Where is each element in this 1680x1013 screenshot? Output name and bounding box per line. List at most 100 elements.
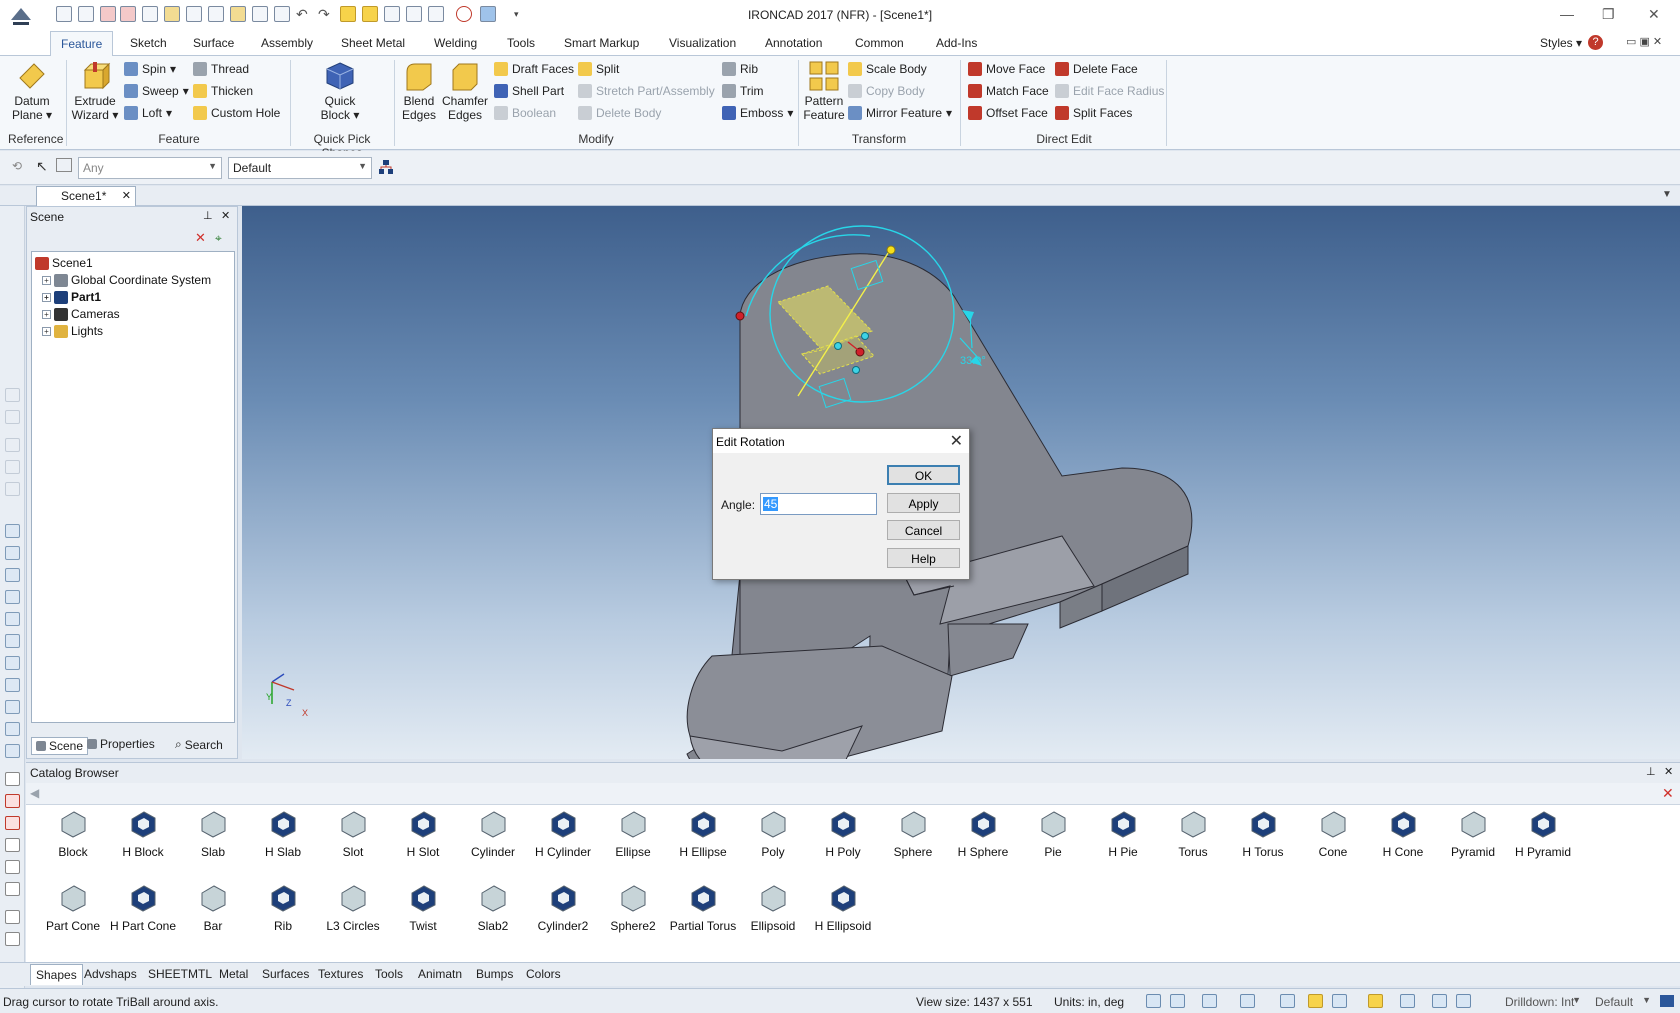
selection-filter-icon[interactable]: ⟲ [12,159,28,175]
view-tool-icon[interactable] [5,722,20,736]
catalog-item[interactable]: H Pyramid [1506,809,1580,859]
catalog-item[interactable]: Cylinder2 [526,883,600,933]
catalog-item[interactable]: Bar [176,883,250,933]
style-select[interactable]: Default ▼ [228,157,372,179]
catalog-item[interactable]: Pie [1016,809,1090,859]
offset-face-button[interactable]: Offset Face [968,106,1048,120]
angle-input[interactable]: 45 [760,493,877,515]
sketch-tool-icon[interactable] [5,816,20,830]
ribbon-minimize-icon[interactable]: ▭ ▣ ✕ [1626,35,1662,48]
match-face-button[interactable]: Match Face [968,84,1049,98]
view-cube-icon[interactable] [1240,994,1255,1008]
tab-common[interactable]: Common [855,36,904,50]
quick-block-button[interactable]: Quick Block ▾ [312,60,368,122]
pointer-icon[interactable] [1456,994,1471,1008]
catalog-item[interactable]: H Ellipse [666,809,740,859]
thicken-button[interactable]: Thicken [193,84,253,98]
display-icon[interactable] [1400,994,1415,1008]
dialog-close-button[interactable]: ✕ [950,431,963,451]
close-icon[interactable]: ✕ [1664,765,1673,778]
split-button[interactable]: Split [578,62,619,76]
catalog-tab-textures[interactable]: Textures [318,967,363,981]
pattern-feature-button[interactable]: Pattern Feature [802,60,846,122]
catalog-item[interactable]: H Sphere [946,809,1020,859]
tab-feature[interactable]: Feature [50,31,114,57]
catalog-item[interactable]: Slot [316,809,390,859]
panel-tab-search[interactable]: ⌕ Search [175,737,223,752]
tab-add-ins[interactable]: Add-Ins [936,36,977,50]
catalog-item[interactable]: H Block [106,809,180,859]
pin-icon[interactable]: ⊥ [1646,765,1656,778]
catalog-item[interactable]: H Cone [1366,809,1440,859]
pin-icon[interactable]: ⊥ [203,209,213,222]
sketch-tool-icon[interactable] [5,882,20,896]
catalog-item[interactable]: Ellipse [596,809,670,859]
close-icon[interactable]: ✕ [122,189,131,202]
back-icon[interactable]: ◀ [30,786,39,800]
tree-item-lights[interactable]: + Lights [42,324,103,338]
catalog-tab-animatn[interactable]: Animatn [418,967,462,981]
highlight-icon[interactable] [1308,994,1323,1008]
mirror-feature-button[interactable]: Mirror Feature ▾ [848,106,952,120]
help-button[interactable]: Help [887,548,960,568]
tab-list-icon[interactable]: ▼ [1662,189,1672,200]
catalog-item[interactable]: Partial Torus [666,883,740,933]
cancel-button[interactable]: Cancel [887,520,960,540]
catalog-item[interactable]: H Ellipsoid [806,883,880,933]
catalog-item[interactable]: Poly [736,809,810,859]
drilldown-select[interactable]: Drilldown: Int ▼ [1500,991,1586,1013]
expand-icon[interactable]: + [42,275,51,285]
catalog-item[interactable]: H Slab [246,809,320,859]
catalog-tab-bumps[interactable]: Bumps [476,967,513,981]
catalog-item[interactable]: H Pie [1086,809,1160,859]
catalog-item[interactable]: Rib [246,883,320,933]
status-options-icon[interactable] [1660,995,1674,1007]
view-bottom-icon[interactable] [5,634,20,648]
tab-smart-markup[interactable]: Smart Markup [564,36,639,50]
tab-annotation[interactable]: Annotation [765,36,822,50]
catalog-tab-tools[interactable]: Tools [375,967,403,981]
select-icon[interactable] [1432,994,1447,1008]
split-faces-button[interactable]: Split Faces [1055,106,1132,120]
catalog-tab-sheetmtl[interactable]: SHEETMTL [148,967,212,981]
sketch-tool-icon[interactable] [5,910,20,924]
expand-icon[interactable]: + [42,309,51,319]
tree-item-global-coordinate-system[interactable]: + Global Coordinate System [42,273,211,287]
status-style-select[interactable]: Default ▼ [1590,991,1656,1013]
emboss-button[interactable]: Emboss ▾ [722,106,793,120]
trim-button[interactable]: Trim [722,84,764,98]
blend-edges-button[interactable]: Blend Edges [398,60,440,122]
catalog-tab-surfaces[interactable]: Surfaces [262,967,309,981]
shell-part-button[interactable]: Shell Part [494,84,564,98]
catalog-tab-shapes[interactable]: Shapes [30,964,83,985]
copy-body-button[interactable]: Copy Body [848,84,925,98]
tree-item-part1[interactable]: + Part1 [42,290,101,304]
hierarchy-icon[interactable] [378,159,394,175]
tab-sketch[interactable]: Sketch [130,36,167,50]
arrow-icon[interactable] [1480,994,1495,1008]
panel-tab-scene[interactable]: Scene [31,737,89,755]
close-button[interactable]: ✕ [1648,6,1660,23]
clear-icon[interactable]: ✕ [1662,785,1674,802]
view-tool-icon[interactable] [5,482,20,496]
sketch-tool-icon[interactable] [5,794,20,808]
catalog-item[interactable]: Ellipsoid [736,883,810,933]
clear-filter-icon[interactable]: ✕ [195,231,209,245]
catalog-item[interactable]: H Part Cone [106,883,180,933]
draft-faces-button[interactable]: Draft Faces [494,62,574,76]
glasses-icon[interactable] [1332,994,1347,1008]
tab-surface[interactable]: Surface [193,36,234,50]
extrude-wizard-button[interactable]: Extrude Wizard ▾ [70,60,120,122]
datum-plane-button[interactable]: Datum Plane ▾ [6,60,58,122]
sketch-tool-icon[interactable] [5,838,20,852]
sketch-tool-icon[interactable] [5,860,20,874]
doc-tab-scene1[interactable]: Scene1* ✕ [36,186,136,206]
edit-face-radius-button[interactable]: Edit Face Radius [1055,84,1164,98]
help-icon[interactable]: ? [1588,35,1603,50]
tree-item-scene1[interactable]: Scene1 [35,256,93,270]
minimize-button[interactable]: — [1560,6,1574,22]
view-left-icon[interactable] [5,568,20,582]
restore-button[interactable]: ❐ [1602,6,1615,23]
catalog-item[interactable]: Pyramid [1436,809,1510,859]
catalog-item[interactable]: H Cylinder [526,809,600,859]
